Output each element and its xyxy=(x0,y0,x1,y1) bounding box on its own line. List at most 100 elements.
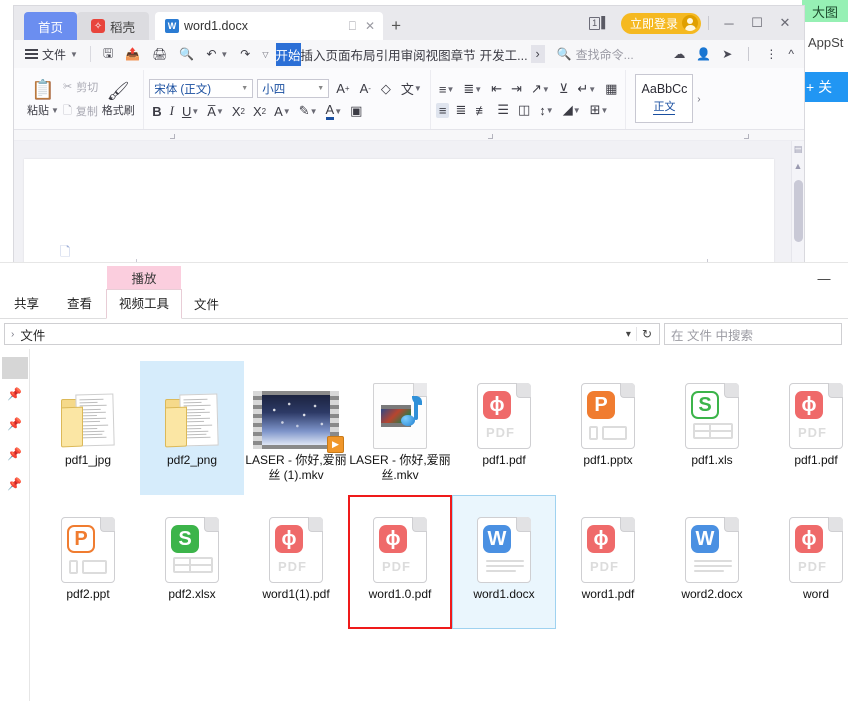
file-item-pdf2-xlsx[interactable]: S pdf2.xlsx xyxy=(140,495,244,629)
file-item-pdf2-ppt[interactable]: P pdf2.ppt xyxy=(36,495,140,629)
navigation-pane[interactable]: 📌 📌 📌 📌 xyxy=(0,349,30,701)
borders-icon[interactable]: ⊞ ▼ xyxy=(587,102,612,118)
shrink-font-icon[interactable]: A- xyxy=(357,81,374,96)
pin-icon[interactable]: 📌 xyxy=(2,439,28,469)
style-gallery-expand-button[interactable]: › xyxy=(693,70,704,129)
file-item-word1-0-pdf[interactable]: ɸ PDF word1.0.pdf xyxy=(348,495,452,629)
enlarge-view-badge[interactable]: 大图 xyxy=(802,0,848,22)
file-item-word1-pdf[interactable]: ɸ PDF word1.pdf xyxy=(556,495,660,629)
wps-tab-document[interactable]: W word1.docx ⎕ ✕ xyxy=(155,12,384,40)
collapse-ribbon-icon[interactable]: ^ xyxy=(788,47,794,61)
file-item-laser-mkv-1[interactable]: ▶ LASER - 你好,爱丽丝 (1).mkv xyxy=(244,361,348,495)
line-spacing-icon[interactable]: ↕ ▼ xyxy=(536,103,556,118)
pinyin-guide-icon[interactable]: 文 ▼ xyxy=(398,79,425,98)
close-button[interactable]: ✕ xyxy=(772,11,798,35)
share-user-icon[interactable]: 👤 xyxy=(696,47,711,61)
align-left-icon[interactable]: ≡ xyxy=(435,102,450,118)
clear-format-icon[interactable]: ◇ xyxy=(378,81,394,97)
align-right-icon[interactable]: ≢ xyxy=(472,103,491,118)
pin-icon[interactable]: 📌 xyxy=(2,379,28,409)
ribbon-tab-section[interactable]: 章节 xyxy=(451,43,476,66)
file-item-word1-docx[interactable]: W word1.docx xyxy=(452,495,556,629)
strikethrough-button[interactable]: A̅ ▼ xyxy=(204,104,227,119)
save-as-icon[interactable]: 📤 xyxy=(120,42,145,66)
ribbon-tab-view[interactable]: 视图 xyxy=(426,43,451,66)
pin-icon[interactable]: 📌 xyxy=(2,469,28,499)
redo-icon[interactable]: ↷ xyxy=(235,42,255,66)
file-item-pdf1-pdf-clipped[interactable]: ɸ PDF pdf1.pdf xyxy=(764,361,848,495)
file-item-laser-mkv[interactable]: LASER - 你好,爱丽丝.mkv xyxy=(348,361,452,495)
explorer-tab-view[interactable]: 查看 xyxy=(53,289,106,318)
document-canvas[interactable]: 🗋 ▤ ▲ xyxy=(14,141,804,269)
align-center-icon[interactable]: ≣ xyxy=(452,102,469,118)
scroll-up-icon[interactable]: ▲ xyxy=(794,161,803,171)
explorer-tab-video-tools[interactable]: 播放 视频工具 xyxy=(106,266,183,319)
ribbon-tab-insert[interactable]: 插入 xyxy=(301,43,326,66)
format-painter-button[interactable]: 🖌 格式刷 xyxy=(98,70,138,129)
highlight-icon[interactable]: ✎ ▼ xyxy=(296,103,321,119)
file-item-word-clipped[interactable]: ɸ PDF word xyxy=(764,495,848,629)
print-icon[interactable]: 🖨 xyxy=(147,42,172,66)
text-effects-button[interactable]: A ▼ xyxy=(271,104,294,119)
minimize-ribbon-button[interactable]: — xyxy=(812,269,836,287)
decrease-indent-icon[interactable]: ⇤ xyxy=(488,81,505,97)
text-box-icon[interactable]: ▣ xyxy=(347,103,365,119)
refresh-icon[interactable]: ↻ xyxy=(635,327,657,341)
pin-icon[interactable]: 📌 xyxy=(2,409,28,439)
file-item-word2-docx[interactable]: W word2.docx xyxy=(660,495,764,629)
increase-indent-icon[interactable]: ⇥ xyxy=(508,81,525,97)
underline-button[interactable]: U ▼ xyxy=(179,104,202,119)
ribbon-tab-start[interactable]: 开始 xyxy=(275,42,301,66)
search-input[interactable]: 在 文件 中搜索 xyxy=(664,323,842,345)
multilevel-list-icon[interactable]: ↗ ▼ xyxy=(528,81,553,97)
bullet-list-icon[interactable]: ≡ ▼ xyxy=(436,82,458,97)
share-icon[interactable]: ➤ xyxy=(722,47,732,61)
new-tab-button[interactable]: + xyxy=(383,12,409,40)
grow-font-icon[interactable]: A + xyxy=(333,81,352,96)
address-path-box[interactable]: › 文件 ▾ ↻ xyxy=(4,323,660,345)
file-item-pdf2-png[interactable]: pdf2_png xyxy=(140,361,244,495)
file-menu-button[interactable]: 文件 ▼ xyxy=(20,42,83,66)
minimize-button[interactable]: ─ xyxy=(716,11,742,35)
distribute-icon[interactable]: ◫ xyxy=(515,102,533,118)
paste-button[interactable]: 📋 粘贴 ▼ xyxy=(23,70,63,129)
customize-icon[interactable]: ▽ xyxy=(257,42,273,66)
bold-button[interactable]: B xyxy=(149,104,164,119)
number-list-icon[interactable]: ≣ ▼ xyxy=(460,81,485,97)
file-grid[interactable]: pdf1_jpg pdf2_png ▶ LASER - 你好,爱丽丝 (1).m… xyxy=(30,349,848,701)
justify-icon[interactable]: ☰ xyxy=(494,102,512,118)
print-preview-icon[interactable]: 🔍 xyxy=(174,42,199,66)
wps-tab-daoke[interactable]: ✧ 稻壳 xyxy=(77,12,150,40)
show-marks-icon[interactable]: ↵ ▼ xyxy=(574,81,599,97)
document-page[interactable] xyxy=(24,159,774,269)
undo-icon[interactable]: ↶ ▼ xyxy=(201,42,233,66)
ribbon-tab-reference[interactable]: 引用 xyxy=(376,43,401,66)
login-button[interactable]: 立即登录 xyxy=(620,12,701,34)
horizontal-ruler[interactable] xyxy=(14,130,804,141)
cloud-sync-icon[interactable]: ☁ xyxy=(673,47,685,61)
file-item-pdf1-xls[interactable]: S pdf1.xls xyxy=(660,361,764,495)
ribbon-tab-review[interactable]: 审阅 xyxy=(401,43,426,66)
style-gallery-item-normal[interactable]: AaBbCc 正文 xyxy=(635,74,694,123)
font-color-icon[interactable]: A ▼ xyxy=(323,102,346,120)
ribbon-tab-page-layout[interactable]: 页面布局 xyxy=(326,43,376,66)
ribbon-tab-developer[interactable]: 开发工... xyxy=(480,43,528,66)
explorer-tab-file[interactable]: 文件 xyxy=(182,290,229,319)
find-command-box[interactable]: 🔍 查找命令... xyxy=(557,46,634,63)
wps-tab-home[interactable]: 首页 xyxy=(24,12,78,40)
cut-button[interactable]: ✂ 剪切 xyxy=(63,79,98,95)
more-vertical-icon[interactable]: ⋮ xyxy=(765,47,777,61)
save-icon[interactable]: 🖫 xyxy=(98,42,118,66)
nav-selected-block[interactable] xyxy=(1,357,28,379)
subscript-button[interactable]: X2 xyxy=(250,104,269,119)
document-count-indicator[interactable]: 1 ▌ xyxy=(583,16,615,30)
background-add-button[interactable]: + 关 xyxy=(800,72,848,102)
close-icon[interactable]: ✕ xyxy=(365,19,375,33)
file-item-pdf1-jpg[interactable]: pdf1_jpg xyxy=(36,361,140,495)
chevron-down-icon[interactable]: ▾ xyxy=(621,329,636,340)
shading-icon[interactable]: ◢ ▼ xyxy=(560,102,584,118)
sort-icon[interactable]: ⊻ xyxy=(556,81,572,97)
ruler-icon[interactable]: ▦ xyxy=(602,81,620,97)
restore-icon[interactable]: ⎕ xyxy=(349,19,356,34)
font-family-select[interactable]: 宋体 (正文) ▼ xyxy=(149,79,254,98)
